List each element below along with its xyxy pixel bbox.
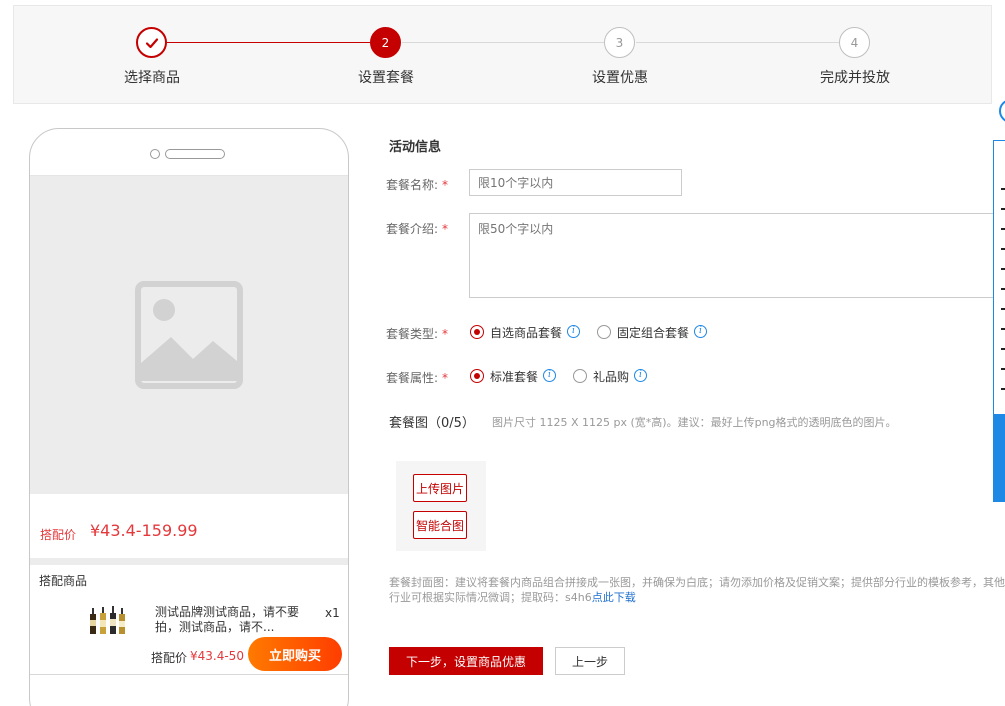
check-icon [145, 37, 158, 48]
floating-help-icon[interactable] [999, 99, 1005, 123]
info-icon[interactable]: i [694, 325, 707, 338]
step-3-label: 设置优惠 [592, 70, 648, 86]
bottom-price-value: ¥43.4-50 [190, 649, 244, 663]
radio-fixed-package[interactable] [597, 325, 611, 339]
phone-preview: 搭配价 ¥43.4-159.99 搭配商品 测试品牌测试商品，请不要拍，测试商品… [29, 128, 349, 706]
name-label: 套餐名称: * [385, 178, 448, 192]
step-3-circle: 3 [604, 27, 635, 58]
clipped-panel-text [1001, 180, 1005, 390]
cover-image-note: 套餐封面图：建议将套餐内商品组合拼接成一张图，并确保为白底；请勿添加价格及促销文… [389, 576, 1005, 604]
radio-standard-package[interactable] [470, 369, 484, 383]
speaker-icon [165, 149, 225, 159]
floating-panel-button[interactable] [993, 414, 1005, 502]
radio-custom-package[interactable] [470, 325, 484, 339]
info-icon[interactable]: i [634, 369, 647, 382]
upload-image-button[interactable]: 上传图片 [413, 474, 467, 502]
attr-label: 套餐属性: * [385, 371, 448, 385]
package-name-input[interactable] [469, 169, 682, 196]
preview-price-label: 搭配价 [40, 528, 77, 542]
package-images-title: 套餐图（0/5） [389, 416, 475, 431]
info-icon[interactable]: i [543, 369, 556, 382]
required-mark: * [442, 222, 448, 236]
prev-step-button[interactable]: 上一步 [555, 647, 625, 675]
step-1-label: 选择商品 [124, 70, 180, 86]
product-quantity: x1 [325, 606, 340, 620]
package-intro-textarea[interactable] [469, 213, 999, 298]
bottom-price-label: 搭配价 [151, 651, 188, 665]
step-2-label: 设置套餐 [358, 70, 414, 86]
required-mark: * [442, 327, 448, 341]
preview-image-placeholder [30, 176, 348, 494]
preview-price-value: ¥43.4-159.99 [90, 521, 198, 540]
required-mark: * [442, 371, 448, 385]
combo-products-title: 搭配商品 [39, 574, 88, 588]
radio-standard-package-label[interactable]: 标准套餐 [490, 368, 538, 385]
step-4-label: 完成并投放 [820, 70, 890, 86]
download-template-link[interactable]: 点此下载 [592, 591, 636, 604]
divider [30, 558, 348, 565]
step-connector-3 [636, 42, 839, 43]
preview-price-row: 搭配价 ¥43.4-159.99 [30, 494, 348, 558]
step-connector-1 [167, 42, 370, 43]
phone-divider [30, 674, 348, 675]
step-1-circle [136, 27, 167, 58]
wine-bottles-icon [90, 606, 125, 634]
step-connector-2 [402, 42, 604, 43]
phone-top-bar [30, 129, 348, 176]
type-label: 套餐类型: * [385, 327, 448, 341]
step-progress-bar: 2 3 4 选择商品 设置套餐 设置优惠 完成并投放 [13, 5, 992, 104]
product-thumbnail [88, 604, 130, 634]
radio-fixed-package-label[interactable]: 固定组合套餐 [617, 324, 689, 341]
step-4-circle: 4 [839, 27, 870, 58]
radio-gift-package[interactable] [573, 369, 587, 383]
activity-info-title: 活动信息 [389, 140, 442, 155]
image-placeholder-icon [135, 281, 243, 389]
step-2-circle: 2 [370, 27, 401, 58]
radio-custom-package-label[interactable]: 自选商品套餐 [490, 324, 562, 341]
product-name: 测试品牌测试商品，请不要拍，测试商品，请不... [155, 605, 300, 634]
info-icon[interactable]: i [567, 325, 580, 338]
radio-gift-package-label[interactable]: 礼品购 [593, 368, 629, 385]
intro-label: 套餐介绍: * [385, 222, 448, 236]
buy-now-button[interactable]: 立即购买 [248, 637, 342, 671]
required-mark: * [442, 178, 448, 192]
camera-icon [150, 149, 160, 159]
package-images-hint: 图片尺寸 1125 X 1125 px (宽*高)。建议：最好上传png格式的透… [492, 416, 897, 429]
next-step-button[interactable]: 下一步，设置商品优惠 [389, 647, 543, 675]
smart-compose-button[interactable]: 智能合图 [413, 511, 467, 539]
